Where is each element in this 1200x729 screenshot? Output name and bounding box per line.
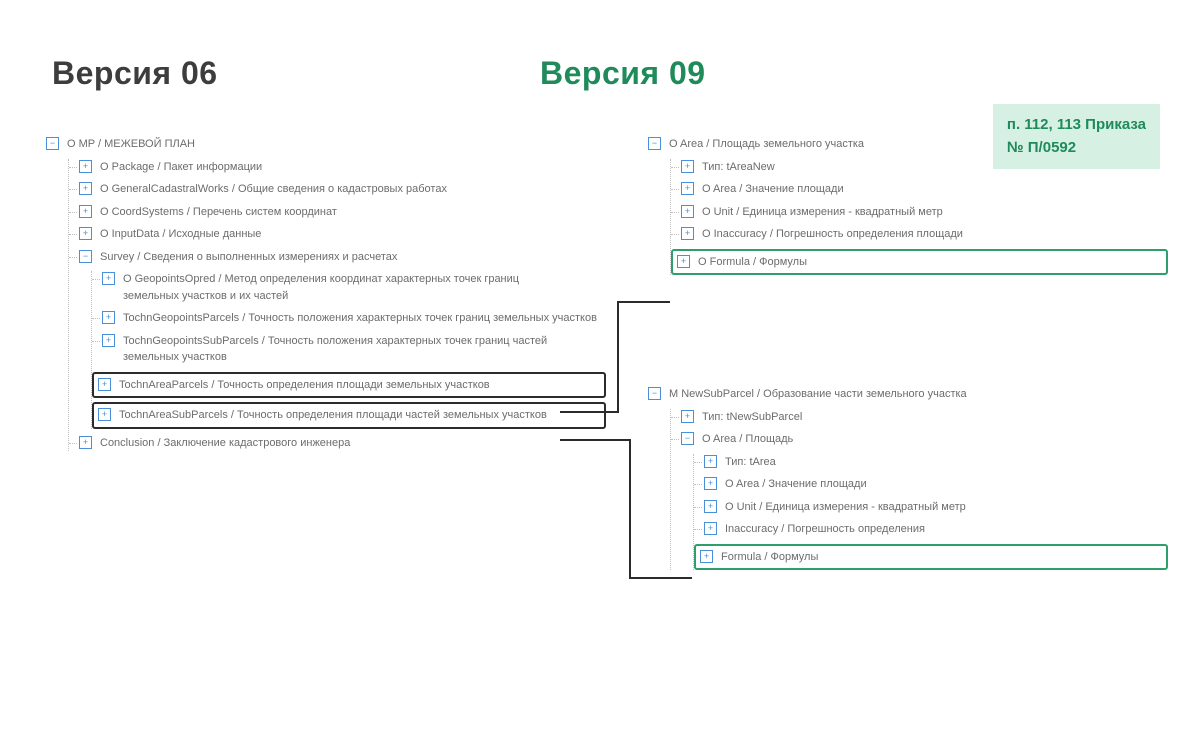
highlighted-node-formula: Formula / Формулы [694, 544, 1168, 571]
tree-node[interactable]: O CoordSystems / Перечень систем координ… [69, 204, 606, 221]
node-label: M NewSubParcel / Образование части земел… [669, 386, 967, 403]
expand-icon[interactable] [700, 550, 713, 563]
expand-icon[interactable] [677, 255, 690, 268]
expand-icon[interactable] [704, 477, 717, 490]
tree-node[interactable]: O Unit / Единица измерения - квадратный … [694, 499, 1168, 516]
node-label: O Formula / Формулы [698, 254, 807, 271]
tree-node-root[interactable]: M NewSubParcel / Образование части земел… [648, 386, 1168, 403]
expand-icon[interactable] [681, 227, 694, 240]
expand-icon[interactable] [79, 227, 92, 240]
expand-icon[interactable] [681, 160, 694, 173]
node-label: O MP / МЕЖЕВОЙ ПЛАН [67, 136, 195, 153]
expand-icon[interactable] [704, 455, 717, 468]
node-label: Survey / Сведения о выполненных измерени… [100, 249, 397, 266]
tree-node-conclusion[interactable]: Conclusion / Заключение кадастрового инж… [69, 435, 606, 452]
node-label: Тип: tNewSubParcel [702, 409, 802, 426]
node-label: TochnGeopointsSubParcels / Точность поло… [123, 333, 553, 366]
collapse-icon[interactable] [79, 250, 92, 263]
node-label: O Inaccuracy / Погрешность определения п… [702, 226, 963, 243]
expand-icon[interactable] [98, 378, 111, 391]
node-label: O Area / Значение площади [702, 181, 844, 198]
node-label: TochnAreaParcels / Точность определения … [119, 377, 490, 394]
tree-node-area[interactable]: O Area / Площадь [671, 431, 1168, 448]
tree-version-09-area: O Area / Площадь земельного участка Тип:… [648, 130, 1168, 279]
collapse-icon[interactable] [648, 387, 661, 400]
node-label: Inaccuracy / Погрешность определения [725, 521, 925, 538]
tree-node-survey[interactable]: Survey / Сведения о выполненных измерени… [69, 249, 606, 266]
expand-icon[interactable] [681, 205, 694, 218]
expand-icon[interactable] [102, 272, 115, 285]
tree-node-root[interactable]: O Area / Площадь земельного участка [648, 136, 1168, 153]
node-label: Formula / Формулы [721, 549, 818, 566]
node-label: O GeneralCadastralWorks / Общие сведения… [100, 181, 447, 198]
tree-node[interactable]: O Area / Значение площади [694, 476, 1168, 493]
tree-node[interactable]: O Formula / Формулы [677, 254, 1162, 271]
tree-node[interactable]: Formula / Формулы [700, 549, 1162, 566]
node-label: O GeopointsOpred / Метод определения коо… [123, 271, 553, 304]
tree-node[interactable]: TochnGeopointsSubParcels / Точность поло… [92, 333, 606, 366]
node-label: O Area / Значение площади [725, 476, 867, 493]
tree-node[interactable]: Inaccuracy / Погрешность определения [694, 521, 1168, 538]
heading-version-09: Версия 09 [540, 55, 706, 92]
heading-version-06: Версия 06 [52, 55, 218, 92]
expand-icon[interactable] [79, 205, 92, 218]
collapse-icon[interactable] [648, 137, 661, 150]
expand-icon[interactable] [681, 410, 694, 423]
highlighted-node-tochnareaparcels: TochnAreaParcels / Точность определения … [92, 372, 606, 399]
expand-icon[interactable] [704, 500, 717, 513]
node-label: O Area / Площадь [702, 431, 793, 448]
node-label: Conclusion / Заключение кадастрового инж… [100, 435, 350, 452]
tree-node[interactable]: TochnAreaSubParcels / Точность определен… [98, 407, 600, 424]
expand-icon[interactable] [102, 334, 115, 347]
expand-icon[interactable] [704, 522, 717, 535]
expand-icon[interactable] [79, 436, 92, 449]
expand-icon[interactable] [102, 311, 115, 324]
tree-node[interactable]: TochnGeopointsParcels / Точность положен… [92, 310, 606, 327]
tree-node[interactable]: Тип: tAreaNew [671, 159, 1168, 176]
collapse-icon[interactable] [681, 432, 694, 445]
highlighted-node-formula: O Formula / Формулы [671, 249, 1168, 276]
node-label: O Package / Пакет информации [100, 159, 262, 176]
tree-node[interactable]: O Package / Пакет информации [69, 159, 606, 176]
tree-node[interactable]: O Unit / Единица измерения - квадратный … [671, 204, 1168, 221]
tree-node[interactable]: O GeopointsOpred / Метод определения коо… [92, 271, 606, 304]
tree-version-09-newsubparcel: M NewSubParcel / Образование части земел… [648, 380, 1168, 574]
node-label: TochnGeopointsParcels / Точность положен… [123, 310, 597, 327]
node-label: O Unit / Единица измерения - квадратный … [725, 499, 966, 516]
expand-icon[interactable] [79, 160, 92, 173]
tree-node[interactable]: O GeneralCadastralWorks / Общие сведения… [69, 181, 606, 198]
node-label: TochnAreaSubParcels / Точность определен… [119, 407, 547, 424]
node-label: Тип: tAreaNew [702, 159, 775, 176]
node-label: Тип: tArea [725, 454, 776, 471]
expand-icon[interactable] [681, 182, 694, 195]
highlighted-node-tochnareasubparcels: TochnAreaSubParcels / Точность определен… [92, 402, 606, 429]
tree-node[interactable]: O Inaccuracy / Погрешность определения п… [671, 226, 1168, 243]
tree-node-root[interactable]: O MP / МЕЖЕВОЙ ПЛАН [46, 136, 606, 153]
tree-version-06: O MP / МЕЖЕВОЙ ПЛАН O Package / Пакет ин… [46, 130, 606, 457]
node-label: O CoordSystems / Перечень систем координ… [100, 204, 337, 221]
node-label: O InputData / Исходные данные [100, 226, 261, 243]
collapse-icon[interactable] [46, 137, 59, 150]
node-label: O Unit / Единица измерения - квадратный … [702, 204, 943, 221]
expand-icon[interactable] [79, 182, 92, 195]
expand-icon[interactable] [98, 408, 111, 421]
tree-node[interactable]: Тип: tNewSubParcel [671, 409, 1168, 426]
node-label: O Area / Площадь земельного участка [669, 136, 864, 153]
tree-node[interactable]: O InputData / Исходные данные [69, 226, 606, 243]
tree-node[interactable]: TochnAreaParcels / Точность определения … [98, 377, 600, 394]
tree-node[interactable]: O Area / Значение площади [671, 181, 1168, 198]
tree-node[interactable]: Тип: tArea [694, 454, 1168, 471]
